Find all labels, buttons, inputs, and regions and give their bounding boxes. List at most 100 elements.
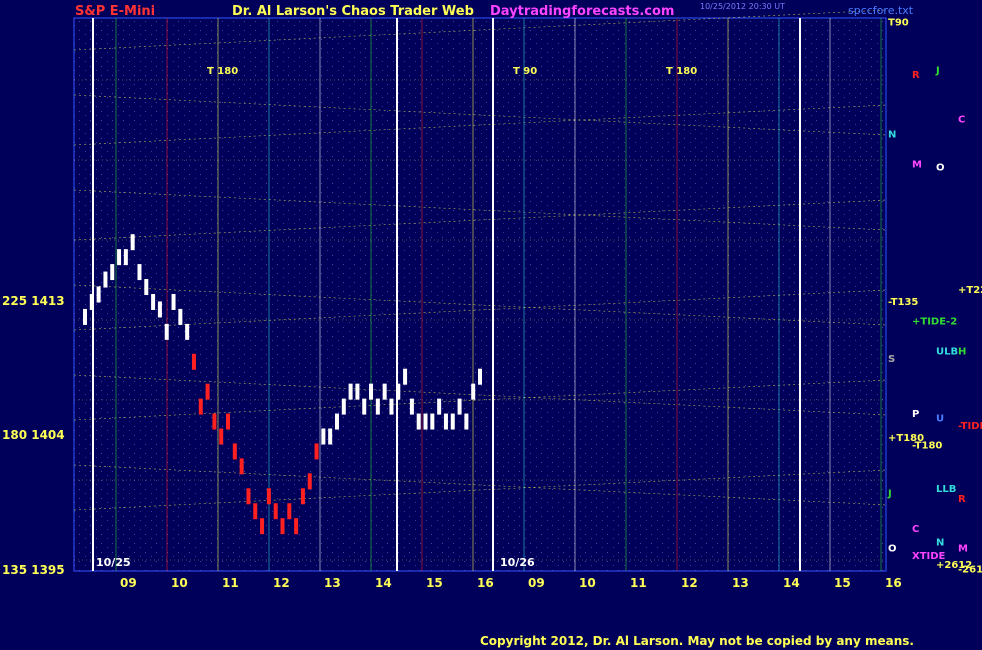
price-bar — [321, 428, 326, 445]
price-bar — [117, 249, 122, 266]
price-bar — [219, 428, 224, 445]
price-bar — [396, 383, 401, 400]
price-bar — [307, 473, 312, 490]
x-tick-label: 13 — [324, 576, 341, 590]
chart-title: Dr. Al Larson's Chaos Trader Web — [232, 4, 474, 19]
price-bar — [171, 293, 176, 310]
date-label: 10/25 — [96, 556, 131, 569]
top-annotation: T 180 — [207, 66, 238, 77]
annotation-label: O — [936, 162, 945, 173]
price-bar — [416, 413, 421, 430]
x-tick-label: 11 — [630, 576, 647, 590]
x-tick-label: 14 — [375, 576, 392, 590]
price-bar — [478, 368, 482, 385]
y-tick-label: 135 1395 — [2, 563, 65, 577]
price-bar — [443, 413, 448, 430]
annotation-label: P — [912, 409, 919, 420]
top-annotation: T 90 — [513, 66, 537, 77]
chart-canvas: T90 R J C N M O +T225 -T135 +TIDE-2 ULBH S P U -TIDE-1… — [73, 9, 982, 575]
top-annotation: T 180 — [666, 66, 697, 77]
annotation-label: C — [912, 524, 919, 535]
annotation-label: R — [912, 70, 920, 81]
x-tick-label: 09 — [528, 576, 545, 590]
annotation-label: M — [958, 544, 968, 555]
website-link[interactable]: Daytradingforecasts.com — [490, 4, 674, 19]
annotation-label: -2612 — [958, 564, 982, 575]
price-bar — [328, 428, 333, 445]
annotation-label: +TIDE-2 — [912, 316, 957, 327]
price-bar — [273, 503, 278, 520]
copyright-notice: Copyright 2012, Dr. Al Larson. May not b… — [480, 634, 914, 648]
price-bar — [382, 383, 387, 400]
price-bar — [389, 398, 394, 415]
x-tick-label: 16 — [477, 576, 494, 590]
price-bar — [83, 308, 87, 325]
annotation-label: T90 — [888, 17, 909, 28]
price-bar — [423, 413, 428, 430]
price-bar — [253, 503, 258, 520]
annotation-label: ULB — [936, 346, 958, 357]
price-bar — [157, 301, 162, 318]
x-tick-label: 16 — [885, 576, 902, 590]
price-bar — [226, 413, 231, 430]
price-bar — [464, 413, 469, 430]
price-bar — [164, 323, 169, 340]
y-tick-label: 225 1413 — [2, 293, 65, 308]
timestamp: 10/25/2012 20:30 UT — [700, 2, 785, 11]
price-bar — [246, 488, 251, 505]
price-bar — [185, 323, 190, 340]
x-tick-label: 11 — [222, 576, 239, 590]
price-bar — [430, 413, 435, 430]
annotation-label: -T180 — [912, 440, 942, 451]
annotation-label: O — [888, 544, 897, 555]
x-tick-label: 13 — [732, 576, 749, 590]
annotation-label: J — [887, 488, 892, 499]
price-bar — [198, 398, 203, 415]
price-bar — [287, 503, 292, 520]
annotation-label: U — [936, 414, 944, 425]
x-tick-label: 10 — [579, 576, 596, 590]
price-bar — [314, 443, 319, 460]
price-bar — [151, 293, 156, 310]
date-label: 10/26 — [500, 556, 535, 569]
x-tick-label: 15 — [834, 576, 851, 590]
price-bar — [280, 518, 285, 535]
price-bar — [375, 398, 380, 415]
price-bar — [403, 368, 408, 385]
price-bar — [437, 398, 442, 415]
price-bar — [471, 383, 476, 400]
x-tick-label: 15 — [426, 576, 443, 590]
annotation-label: H — [958, 346, 966, 357]
price-bar — [123, 249, 128, 266]
annotation-label: +T225 — [958, 285, 982, 296]
annotation-label: S — [888, 354, 895, 365]
annotation-label: N — [936, 538, 944, 549]
x-tick-label: 14 — [783, 576, 800, 590]
price-bar — [369, 383, 374, 400]
annotation-label: -TIDE-1 — [958, 421, 982, 432]
annotation-label: -T135 — [888, 297, 918, 308]
x-tick-label: 09 — [120, 576, 137, 590]
annotation-label: LLB — [936, 484, 956, 495]
price-bar — [103, 271, 108, 288]
price-bar — [205, 383, 210, 400]
price-bar — [178, 308, 183, 325]
price-bar — [450, 413, 455, 430]
annotation-label: C — [958, 115, 965, 126]
price-bar — [362, 398, 367, 415]
price-bar — [294, 518, 299, 535]
price-bar — [355, 383, 360, 400]
price-bar — [191, 353, 196, 370]
x-tick-label: 10 — [171, 576, 188, 590]
x-tick-label: 12 — [273, 576, 290, 590]
price-bar — [341, 398, 346, 415]
price-bar — [110, 264, 115, 281]
instrument-title: S&P E-Mini — [75, 4, 156, 19]
price-bar — [232, 443, 237, 460]
price-bar — [457, 398, 462, 415]
y-tick-label: 180 1404 — [2, 428, 65, 443]
price-bar — [144, 279, 149, 296]
annotation-label: R — [958, 494, 966, 505]
right-annotations: T90 R J C N M O +T225 -T135 +TIDE-2 ULBH S P U -TIDE-1… — [887, 17, 982, 575]
price-bar — [348, 383, 353, 400]
